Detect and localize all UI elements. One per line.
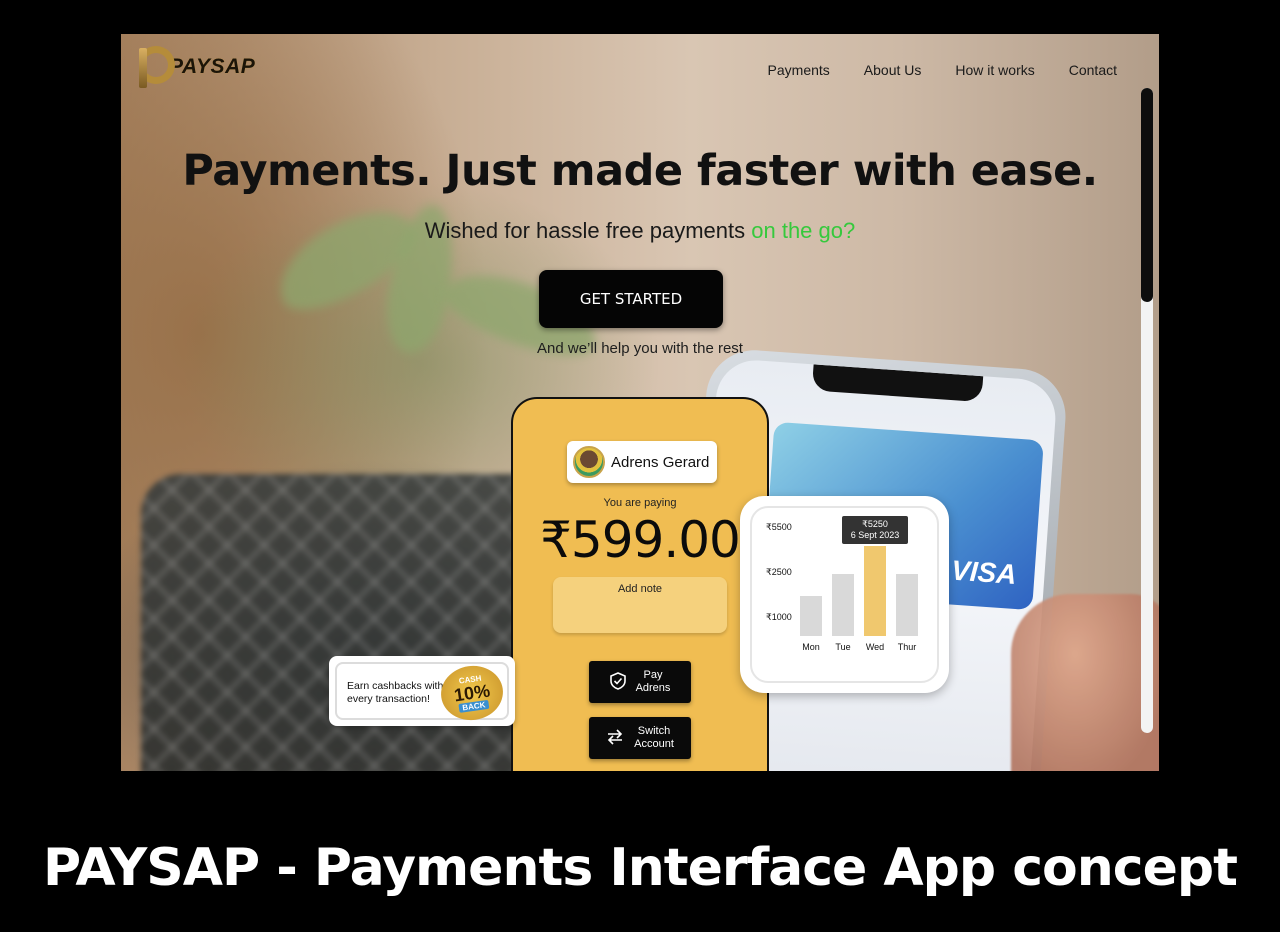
payment-amount: ₹599.00	[540, 511, 741, 569]
payee-name: Adrens Gerard	[611, 453, 710, 471]
page-caption: PAYSAP - Payments Interface App concept	[43, 838, 1238, 898]
hero-subtitle: Wished for hassle free payments on the g…	[121, 218, 1159, 244]
bar-wed	[864, 546, 886, 636]
card-brand: VISA	[950, 554, 1018, 591]
y-tick-label: ₹2500	[766, 567, 792, 577]
cashback-card: Earn cashbacks with every transaction! C…	[329, 656, 515, 726]
payee-chip[interactable]: Adrens Gerard	[567, 441, 717, 483]
tooltip-value: ₹5250	[862, 519, 888, 529]
plant-pot	[141, 474, 571, 771]
pay-button[interactable]: Pay Adrens	[589, 661, 691, 703]
x-tick-label: Tue	[835, 642, 850, 652]
brand-logo[interactable]: PAYSAP	[135, 44, 255, 90]
shield-check-icon	[609, 672, 626, 692]
hero-title: Payments. Just made faster with ease.	[182, 146, 1098, 196]
switch-account-button[interactable]: Switch Account	[589, 717, 691, 759]
chart-inner: ₹5500 ₹2500 ₹1000 Mon Tue Wed Thur ₹5250 6 Sept …	[750, 506, 939, 683]
y-tick-label: ₹5500	[766, 522, 792, 532]
avatar	[573, 446, 605, 478]
x-tick-label: Mon	[802, 642, 820, 652]
add-note-field[interactable]: Add note	[553, 577, 727, 633]
cashback-badge-icon: CASH 10% BACK	[437, 661, 507, 725]
bar-tue	[832, 574, 854, 636]
nav-about-us[interactable]: About Us	[864, 62, 922, 78]
nav-contact[interactable]: Contact	[1069, 62, 1117, 78]
paying-label: You are paying	[603, 497, 677, 509]
get-started-button[interactable]: GET STARTED	[539, 270, 723, 328]
pay-button-label: Pay Adrens	[635, 669, 671, 694]
cta-note: And we’ll help you with the rest	[537, 340, 743, 357]
x-tick-label: Thur	[898, 642, 917, 652]
payment-app-mockup: Adrens Gerard You are paying ₹599.00 Add…	[511, 397, 769, 771]
cashback-inner: Earn cashbacks with every transaction! C…	[335, 661, 509, 725]
phone-notch	[811, 364, 984, 403]
hero-subtitle-accent: on the go?	[751, 218, 856, 243]
nav-payments[interactable]: Payments	[768, 62, 830, 78]
switch-button-label: Switch Account	[634, 725, 674, 750]
brand-name: PAYSAP	[169, 55, 256, 78]
hand	[1011, 594, 1159, 771]
cashback-text: Earn cashbacks with every transaction!	[347, 680, 444, 705]
y-tick-label: ₹1000	[766, 612, 792, 622]
hero-frame: VISA PAYSAP Payments About Us How it wor…	[121, 34, 1159, 771]
top-nav: Payments About Us How it works Contact	[768, 62, 1117, 78]
spending-chart-card: ₹5500 ₹2500 ₹1000 Mon Tue Wed Thur ₹5250 6 Sept …	[740, 496, 949, 693]
tooltip-date: 6 Sept 2023	[851, 530, 900, 540]
x-tick-label: Wed	[866, 642, 884, 652]
hero-subtitle-main: Wished for hassle free payments	[424, 218, 746, 243]
bar-thur	[896, 574, 918, 636]
logo-p-icon	[135, 44, 175, 90]
swap-arrows-icon	[606, 729, 624, 747]
bar-mon	[800, 596, 822, 636]
spending-chart: ₹5500 ₹2500 ₹1000 Mon Tue Wed Thur ₹52506 Sept …	[766, 516, 918, 652]
nav-how-it-works[interactable]: How it works	[955, 62, 1034, 78]
